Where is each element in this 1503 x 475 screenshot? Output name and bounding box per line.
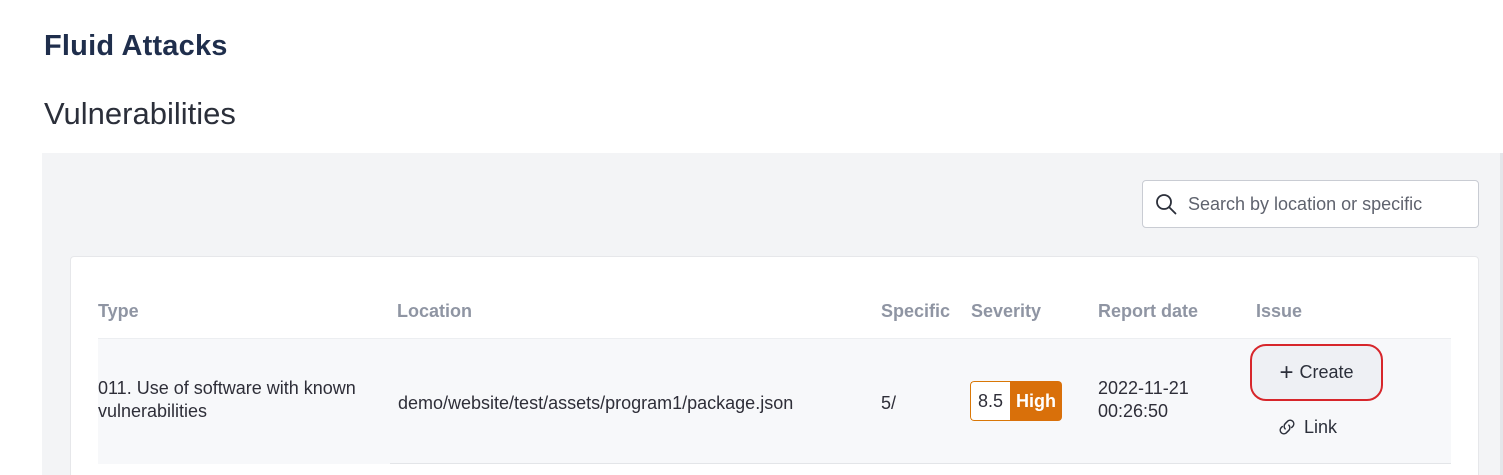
vulnerability-type-line1: 011. Use of software with known	[98, 378, 356, 398]
column-header-issue[interactable]: Issue	[1256, 301, 1302, 322]
column-header-type[interactable]: Type	[98, 301, 139, 322]
severity-badge: 8.5 High	[970, 381, 1062, 421]
vulnerability-type: 011. Use of software with known vulnerab…	[98, 377, 356, 423]
search-box[interactable]	[1142, 180, 1479, 228]
severity-label: High	[1010, 381, 1062, 421]
plus-icon: +	[1279, 358, 1294, 386]
vulnerability-specific: 5/	[881, 393, 897, 413]
create-issue-label: Create	[1299, 362, 1354, 382]
link-issue-button[interactable]: Link	[1276, 415, 1337, 439]
column-header-location[interactable]: Location	[397, 301, 472, 322]
column-header-specific[interactable]: Specific	[881, 301, 950, 322]
link-issue-label: Link	[1304, 416, 1338, 437]
report-date: 2022-11-21 00:26:50	[1098, 377, 1189, 423]
link-icon	[1279, 419, 1295, 435]
create-issue-button[interactable]: + Create	[1250, 344, 1383, 401]
severity-score: 8.5	[970, 381, 1010, 421]
report-date-day: 2022-11-21	[1098, 378, 1189, 398]
search-icon	[1156, 194, 1177, 215]
column-header-severity[interactable]: Severity	[971, 301, 1041, 322]
vulnerability-location: demo/website/test/assets/program1/packag…	[398, 393, 794, 413]
row-divider	[390, 463, 1451, 464]
column-header-report-date[interactable]: Report date	[1098, 301, 1198, 322]
page-title: Vulnerabilities	[44, 96, 236, 131]
report-date-time: 00:26:50	[1098, 401, 1169, 421]
app-title: Fluid Attacks	[44, 30, 228, 62]
vulnerability-type-line2: vulnerabilities	[98, 401, 208, 421]
search-input[interactable]	[1188, 193, 1473, 215]
